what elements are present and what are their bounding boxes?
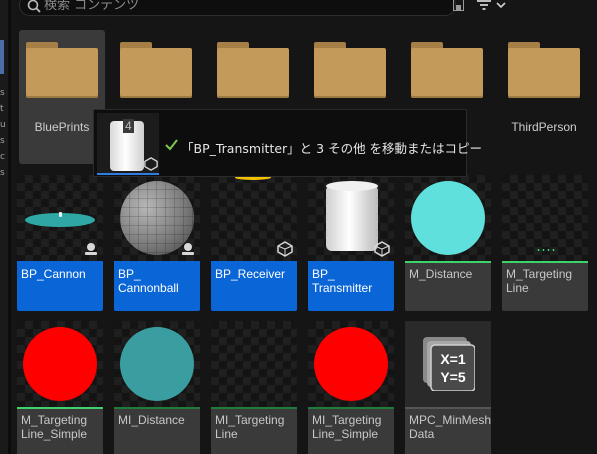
drag-drop-message: 「BP_Transmitter」と 3 その他 を移動またはコピー [181, 141, 483, 156]
asset-label: M_Targeting Line_Simple [21, 413, 88, 441]
asset-mi-distance[interactable]: MI_Distance [114, 321, 200, 454]
drag-item-count: 4 [123, 119, 134, 133]
asset-thumbnail [405, 175, 491, 261]
drag-preview-thumbnail: 4 [97, 113, 159, 175]
asset-m-targeting-line[interactable]: M_Targeting Line [502, 175, 588, 311]
check-icon [165, 139, 178, 151]
left-panel-text: s [0, 168, 5, 178]
parameter-collection-icon: X=1 Y=5 [423, 337, 475, 391]
left-panel-text: s [0, 88, 5, 98]
panel-splitter[interactable] [8, 0, 11, 454]
content-toolbar [11, 0, 597, 20]
material-instance-type-bar [308, 407, 394, 409]
asset-mi-targeting-line-simple[interactable]: MI_Targeting Line_Simple [308, 321, 394, 454]
asset-thumbnail [308, 321, 394, 407]
left-panel-selection [0, 40, 4, 74]
static-mesh-icon [144, 157, 158, 171]
asset-bp-cannon[interactable]: BP_Cannon [17, 175, 103, 311]
material-type-bar [502, 261, 588, 263]
folder-icon [120, 42, 192, 98]
asset-thumbnail [211, 321, 297, 407]
material-instance-type-bar [211, 407, 297, 409]
search-box[interactable] [19, 0, 456, 16]
folder-icon [411, 42, 483, 98]
folder-icon [314, 42, 386, 98]
asset-mi-targeting-line[interactable]: MI_Targeting Line [211, 321, 297, 454]
mpc-icon-line2: Y=5 [440, 369, 466, 385]
asset-label: MPC_MinMesh Data [409, 413, 491, 441]
asset-label: MI_Targeting Line [215, 413, 285, 441]
filter-button[interactable] [473, 0, 509, 14]
asset-label: M_Targeting Line [506, 267, 573, 295]
asset-label: BP_ Cannonball [118, 267, 179, 295]
asset-label: MI_Distance [118, 413, 185, 427]
asset-label: BP_Receiver [215, 267, 286, 281]
left-panel-text: u [0, 120, 6, 130]
save-search-icon[interactable] [451, 0, 465, 14]
material-type-bar [17, 407, 103, 409]
left-panel-text: s [0, 136, 5, 146]
asset-thumbnail [114, 321, 200, 407]
asset-label: M_Distance [409, 267, 473, 281]
asset-thumbnail: X=1 Y=5 [405, 321, 491, 407]
asset-m-targeting-line-simple[interactable]: M_Targeting Line_Simple [17, 321, 103, 454]
material-instance-type-bar [114, 407, 200, 409]
asset-m-distance[interactable]: M_Distance [405, 175, 491, 311]
asset-bp-receiver[interactable]: BP_Receiver [211, 175, 297, 311]
asset-thumbnail [17, 321, 103, 407]
drag-drop-tooltip: 4 「BP_Transmitter」と 3 その他 を移動またはコピー [93, 109, 482, 177]
asset-label: BP_ Transmitter [312, 267, 373, 295]
search-icon [27, 0, 41, 13]
left-panel-edge: s t u s c s [0, 0, 8, 454]
asset-thumbnail [502, 175, 588, 261]
folder-icon [508, 42, 580, 98]
search-input[interactable] [44, 0, 444, 13]
asset-mpc-minmeshdata[interactable]: X=1 Y=5 MPC_MinMesh Data [405, 321, 491, 454]
folder-icon [217, 42, 289, 98]
asset-bp-cannonball[interactable]: BP_ Cannonball [114, 175, 200, 311]
filter-icon [477, 0, 491, 10]
actor-blueprint-icon [85, 243, 97, 255]
folder-label: ThirdPerson [511, 120, 577, 134]
asset-label: MI_Targeting Line_Simple [312, 413, 382, 441]
static-mesh-icon [277, 241, 293, 257]
mpc-icon-line1: X=1 [440, 351, 466, 367]
left-panel-text: c [0, 152, 5, 162]
material-type-bar [405, 261, 491, 263]
asset-label: BP_Cannon [21, 267, 86, 281]
asset-bp-transmitter[interactable]: BP_ Transmitter [308, 175, 394, 311]
actor-blueprint-icon [182, 243, 194, 255]
asset-type-bar [405, 407, 491, 409]
folder-icon [26, 42, 98, 98]
folder-thirdperson[interactable]: ThirdPerson [501, 30, 587, 164]
static-mesh-icon [374, 241, 390, 257]
chevron-down-icon [496, 2, 506, 9]
left-panel-text: t [0, 104, 4, 114]
